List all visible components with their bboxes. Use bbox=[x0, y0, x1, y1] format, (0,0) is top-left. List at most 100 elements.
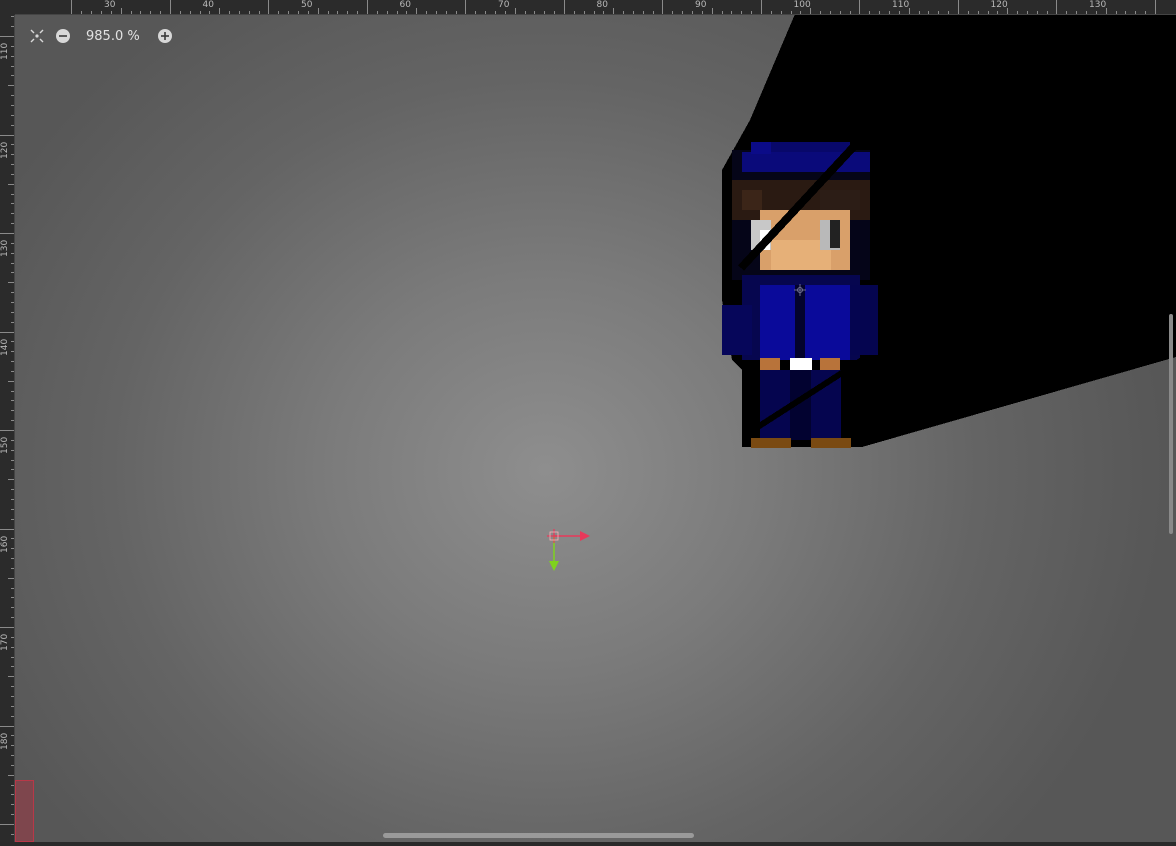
ruler-tick bbox=[130, 11, 132, 14]
zoom-out-button[interactable] bbox=[50, 24, 76, 48]
ruler-tick bbox=[298, 11, 299, 14]
ruler-label: 140 bbox=[0, 338, 10, 356]
ruler-tick bbox=[11, 321, 14, 323]
ruler-tick bbox=[544, 11, 546, 14]
ruler-tick bbox=[504, 11, 506, 14]
ruler-tick bbox=[11, 361, 14, 363]
zoom-level-label[interactable]: 985.0 % bbox=[76, 29, 152, 44]
ruler-tick bbox=[1154, 0, 1156, 14]
ruler-tick bbox=[11, 498, 14, 500]
ruler-tick bbox=[967, 11, 969, 14]
ruler-tick bbox=[8, 85, 14, 87]
ruler-label: 170 bbox=[0, 633, 10, 651]
ruler-tick bbox=[770, 11, 772, 14]
ruler-label: 130 bbox=[0, 239, 10, 257]
ruler-tick bbox=[288, 11, 290, 14]
ruler-tick bbox=[613, 8, 615, 14]
ruler-tick bbox=[8, 380, 14, 382]
ruler-label: 130 bbox=[1089, 0, 1107, 10]
x-axis-arrow-icon[interactable] bbox=[580, 531, 590, 541]
ruler-label: 70 bbox=[498, 0, 510, 10]
ruler-tick bbox=[8, 183, 14, 185]
ruler-tick bbox=[8, 282, 14, 284]
ruler-tick bbox=[11, 646, 14, 648]
ruler-tick bbox=[11, 558, 14, 560]
ruler-label: 90 bbox=[695, 0, 707, 10]
ruler-tick bbox=[11, 489, 14, 491]
ruler-tick bbox=[376, 11, 378, 14]
ruler-tick bbox=[839, 11, 841, 14]
ruler-tick bbox=[485, 11, 487, 14]
ruler-tick bbox=[534, 11, 536, 14]
ruler-vertical[interactable]: 110 120 130 140 150 160 170 180 bbox=[0, 0, 15, 846]
ruler-tick bbox=[11, 311, 14, 313]
ruler-label: 60 bbox=[399, 0, 411, 10]
ruler-tick bbox=[11, 420, 14, 422]
center-view-button[interactable] bbox=[24, 24, 50, 48]
vertical-scrollbar[interactable] bbox=[1169, 314, 1173, 534]
ruler-tick bbox=[721, 11, 723, 14]
ruler-tick bbox=[11, 262, 14, 264]
ruler-tick bbox=[692, 11, 693, 14]
ruler-tick bbox=[11, 301, 14, 303]
ruler-tick bbox=[11, 439, 14, 441]
ruler-label: 120 bbox=[0, 141, 10, 159]
ruler-tick bbox=[1036, 11, 1038, 14]
ruler-tick bbox=[11, 518, 14, 520]
canvas-content[interactable] bbox=[0, 0, 1176, 846]
horizontal-scrollbar[interactable] bbox=[383, 833, 694, 838]
origin-crosshair-icon[interactable] bbox=[547, 529, 561, 543]
ruler-tick bbox=[347, 11, 349, 14]
ruler-tick bbox=[849, 11, 851, 14]
ruler-tick bbox=[0, 824, 14, 825]
ruler-tick bbox=[1017, 11, 1019, 14]
ruler-tick bbox=[997, 11, 999, 14]
bottom-border bbox=[0, 842, 1176, 846]
ruler-label: 100 bbox=[793, 0, 811, 10]
ruler-tick bbox=[8, 676, 14, 678]
ruler-tick bbox=[396, 11, 398, 14]
ruler-tick bbox=[11, 203, 14, 205]
ruler-tick bbox=[150, 11, 152, 14]
ruler-tick bbox=[751, 11, 753, 14]
ruler-tick bbox=[829, 11, 831, 14]
ruler-corner bbox=[0, 0, 15, 15]
ruler-label: 120 bbox=[990, 0, 1008, 10]
ruler-tick bbox=[918, 11, 920, 14]
ruler-label: 110 bbox=[892, 0, 910, 10]
ruler-tick bbox=[1135, 11, 1137, 14]
ruler-tick bbox=[11, 164, 14, 166]
ruler-tick bbox=[760, 0, 762, 14]
zoom-in-icon bbox=[157, 29, 172, 43]
ruler-tick bbox=[938, 11, 940, 14]
ruler-tick bbox=[268, 0, 270, 14]
ruler-tick bbox=[11, 449, 14, 451]
ruler-tick bbox=[859, 0, 861, 14]
ruler-tick bbox=[229, 11, 231, 14]
ruler-label: 110 bbox=[0, 42, 10, 60]
ruler-tick bbox=[11, 686, 14, 688]
ruler-label: 150 bbox=[0, 436, 10, 454]
ruler-tick bbox=[11, 144, 14, 146]
ruler-tick bbox=[101, 11, 102, 14]
ruler-label: 160 bbox=[0, 535, 10, 553]
ruler-tick bbox=[11, 16, 14, 18]
ruler-tick bbox=[11, 656, 14, 658]
ruler-tick bbox=[11, 75, 14, 77]
ruler-tick bbox=[435, 11, 437, 14]
ruler-tick bbox=[11, 459, 14, 461]
canvas-viewport[interactable]: 30 40 50 60 70 80 90 100 110 120 130 110 120 130 140 1… bbox=[0, 0, 1176, 846]
ruler-tick bbox=[11, 272, 14, 274]
y-axis-arrow-icon[interactable] bbox=[549, 561, 559, 571]
ruler-label: 80 bbox=[596, 0, 608, 10]
ruler-tick bbox=[632, 11, 634, 14]
ruler-horizontal[interactable]: 30 40 50 60 70 80 90 100 110 120 130 bbox=[0, 0, 1176, 15]
ruler-tick bbox=[11, 814, 14, 816]
transform-gizmo[interactable] bbox=[547, 529, 590, 571]
ruler-tick bbox=[495, 11, 496, 14]
ruler-tick bbox=[11, 370, 14, 372]
zoom-in-button[interactable] bbox=[152, 24, 178, 48]
ruler-tick bbox=[406, 11, 408, 14]
ruler-tick bbox=[701, 11, 703, 14]
ruler-tick bbox=[11, 65, 14, 67]
